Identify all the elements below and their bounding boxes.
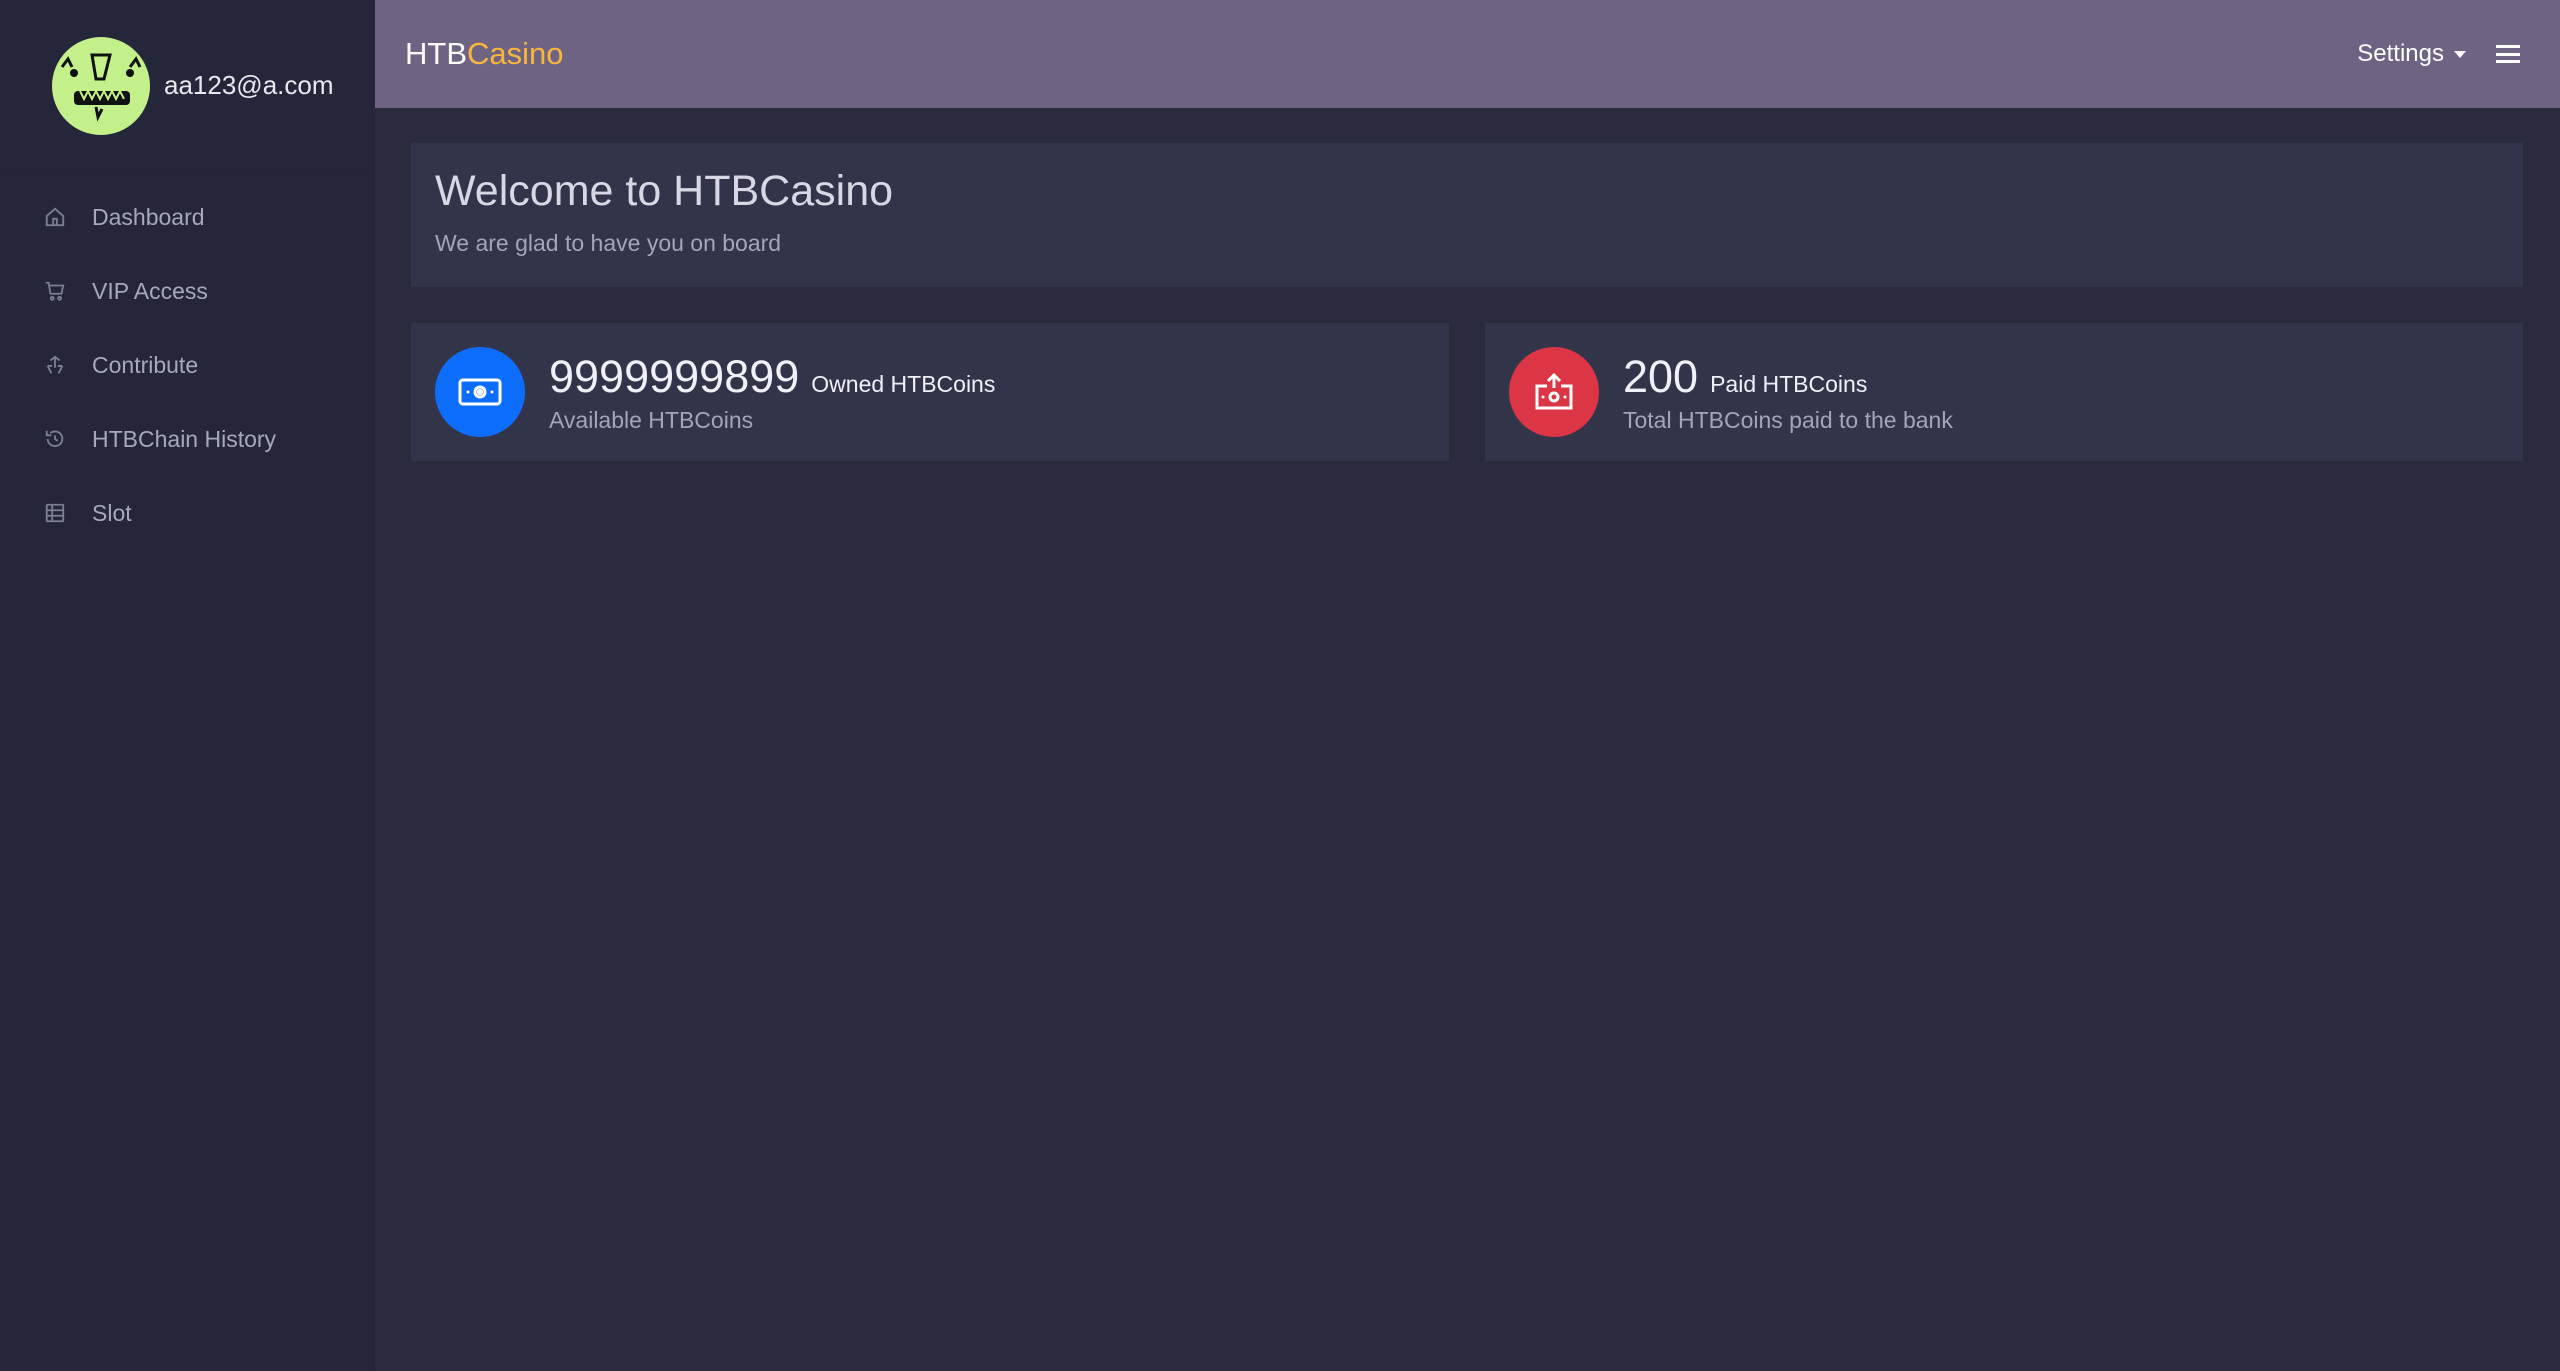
contribute-icon xyxy=(40,350,70,380)
money-icon xyxy=(435,347,525,437)
home-icon xyxy=(40,202,70,232)
top-navbar: HTBCasino Settings xyxy=(375,0,2560,108)
user-email: aa123@a.com xyxy=(164,70,334,100)
main-content: Welcome to HTBCasino We are glad to have… xyxy=(411,143,2523,461)
owned-coins-label: Owned HTBCoins xyxy=(811,370,996,397)
brand-accent: Casino xyxy=(467,36,564,71)
owned-coins-card: 9999999899 Owned HTBCoins Available HTBC… xyxy=(411,323,1449,461)
stat-text: 200 Paid HTBCoins Total HTBCoins paid to… xyxy=(1623,351,1953,434)
sidebar-item-dashboard[interactable]: Dashboard xyxy=(0,180,375,254)
stats-row: 9999999899 Owned HTBCoins Available HTBC… xyxy=(411,323,2523,461)
history-icon xyxy=(40,424,70,454)
hamburger-icon[interactable] xyxy=(2496,45,2520,63)
cart-icon xyxy=(40,276,70,306)
sidebar: aa123@a.com Dashboard VIP Access Contrib… xyxy=(0,0,375,1371)
sidebar-item-label: VIP Access xyxy=(92,277,208,304)
slot-icon xyxy=(40,498,70,528)
chevron-down-icon xyxy=(2454,50,2466,58)
owned-coins-value: 9999999899 xyxy=(549,350,800,402)
brand-prefix: HTB xyxy=(405,36,467,71)
paid-coins-card: 200 Paid HTBCoins Total HTBCoins paid to… xyxy=(1485,323,2523,461)
sidebar-item-vip-access[interactable]: VIP Access xyxy=(0,254,375,328)
page-subtitle: We are glad to have you on board xyxy=(435,230,782,256)
settings-label: Settings xyxy=(2357,40,2444,67)
owned-coins-sub: Available HTBCoins xyxy=(549,406,754,433)
paid-coins-value: 200 xyxy=(1623,350,1699,402)
paid-coins-label: Paid HTBCoins xyxy=(1710,370,1868,397)
user-profile: aa123@a.com xyxy=(0,0,375,172)
stat-text: 9999999899 Owned HTBCoins Available HTBC… xyxy=(549,351,995,434)
money-upload-icon xyxy=(1509,347,1599,437)
monster-avatar-icon xyxy=(60,53,142,122)
sidebar-item-label: Contribute xyxy=(92,351,199,378)
welcome-card: Welcome to HTBCasino We are glad to have… xyxy=(411,143,2523,287)
sidebar-item-label: Slot xyxy=(92,499,132,526)
brand-logo[interactable]: HTBCasino xyxy=(405,36,564,72)
sidebar-item-contribute[interactable]: Contribute xyxy=(0,328,375,402)
page-title: Welcome to HTBCasino xyxy=(435,167,894,215)
settings-dropdown[interactable]: Settings xyxy=(2357,40,2466,68)
sidebar-item-label: Dashboard xyxy=(92,203,205,230)
sidebar-item-slot[interactable]: Slot xyxy=(0,476,375,550)
sidebar-nav: Dashboard VIP Access Contribute HTBChain… xyxy=(0,180,375,550)
avatar[interactable] xyxy=(52,36,150,135)
sidebar-item-label: HTBChain History xyxy=(92,425,277,452)
topbar-actions: Settings xyxy=(2357,40,2520,68)
paid-coins-sub: Total HTBCoins paid to the bank xyxy=(1623,406,1953,433)
sidebar-item-htbchain-history[interactable]: HTBChain History xyxy=(0,402,375,476)
